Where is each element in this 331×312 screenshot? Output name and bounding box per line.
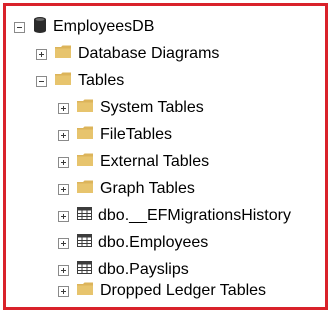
tree-node-label: dbo.__EFMigrationsHistory xyxy=(98,207,291,224)
tree-node-label: System Tables xyxy=(100,99,204,116)
table-icon xyxy=(77,207,92,225)
tree-node-system-tables[interactable]: System Tables xyxy=(58,95,204,121)
collapse-toggle[interactable] xyxy=(14,21,25,33)
expand-toggle[interactable] xyxy=(58,237,69,249)
folder-icon xyxy=(77,282,94,300)
expand-toggle[interactable] xyxy=(58,264,69,276)
tree-node-database-diagrams[interactable]: Database Diagrams xyxy=(36,41,219,67)
expand-toggle[interactable] xyxy=(58,102,69,114)
tree-node-employees[interactable]: dbo.Employees xyxy=(58,230,208,256)
object-explorer-panel: EmployeesDB Database Diagrams Tables Sys… xyxy=(3,3,328,310)
tree-node-dropped-ledger-tables[interactable]: Dropped Ledger Tables xyxy=(58,278,266,304)
expand-toggle[interactable] xyxy=(36,48,47,60)
folder-icon xyxy=(77,126,94,144)
tree-node-label: FileTables xyxy=(100,126,173,143)
database-icon xyxy=(33,16,47,39)
folder-icon xyxy=(77,153,94,171)
tree-node-employeesdb[interactable]: EmployeesDB xyxy=(14,14,154,40)
expand-toggle[interactable] xyxy=(58,183,69,195)
folder-icon xyxy=(55,72,72,90)
table-icon xyxy=(77,261,92,279)
tree-node-label: External Tables xyxy=(100,153,210,170)
collapse-toggle[interactable] xyxy=(36,75,47,87)
table-icon xyxy=(77,234,92,252)
folder-icon xyxy=(77,180,94,198)
tree-node-efmigrationshistory[interactable]: dbo.__EFMigrationsHistory xyxy=(58,203,291,229)
expand-toggle[interactable] xyxy=(58,129,69,141)
tree-node-label: Tables xyxy=(78,72,125,89)
tree-node-label: Dropped Ledger Tables xyxy=(100,282,267,299)
tree-node-external-tables[interactable]: External Tables xyxy=(58,149,209,175)
tree-node-label: Database Diagrams xyxy=(78,45,220,62)
expand-toggle[interactable] xyxy=(58,156,69,168)
tree-node-label: Graph Tables xyxy=(100,180,195,197)
expand-toggle[interactable] xyxy=(58,210,69,222)
tree-node-label: dbo.Employees xyxy=(98,234,209,251)
folder-icon xyxy=(55,45,72,63)
tree-node-filetables[interactable]: FileTables xyxy=(58,122,172,148)
tree-node-label: EmployeesDB xyxy=(53,18,155,35)
tree-node-graph-tables[interactable]: Graph Tables xyxy=(58,176,195,202)
folder-icon xyxy=(77,99,94,117)
expand-toggle[interactable] xyxy=(58,285,69,297)
tree-node-tables[interactable]: Tables xyxy=(36,68,124,94)
